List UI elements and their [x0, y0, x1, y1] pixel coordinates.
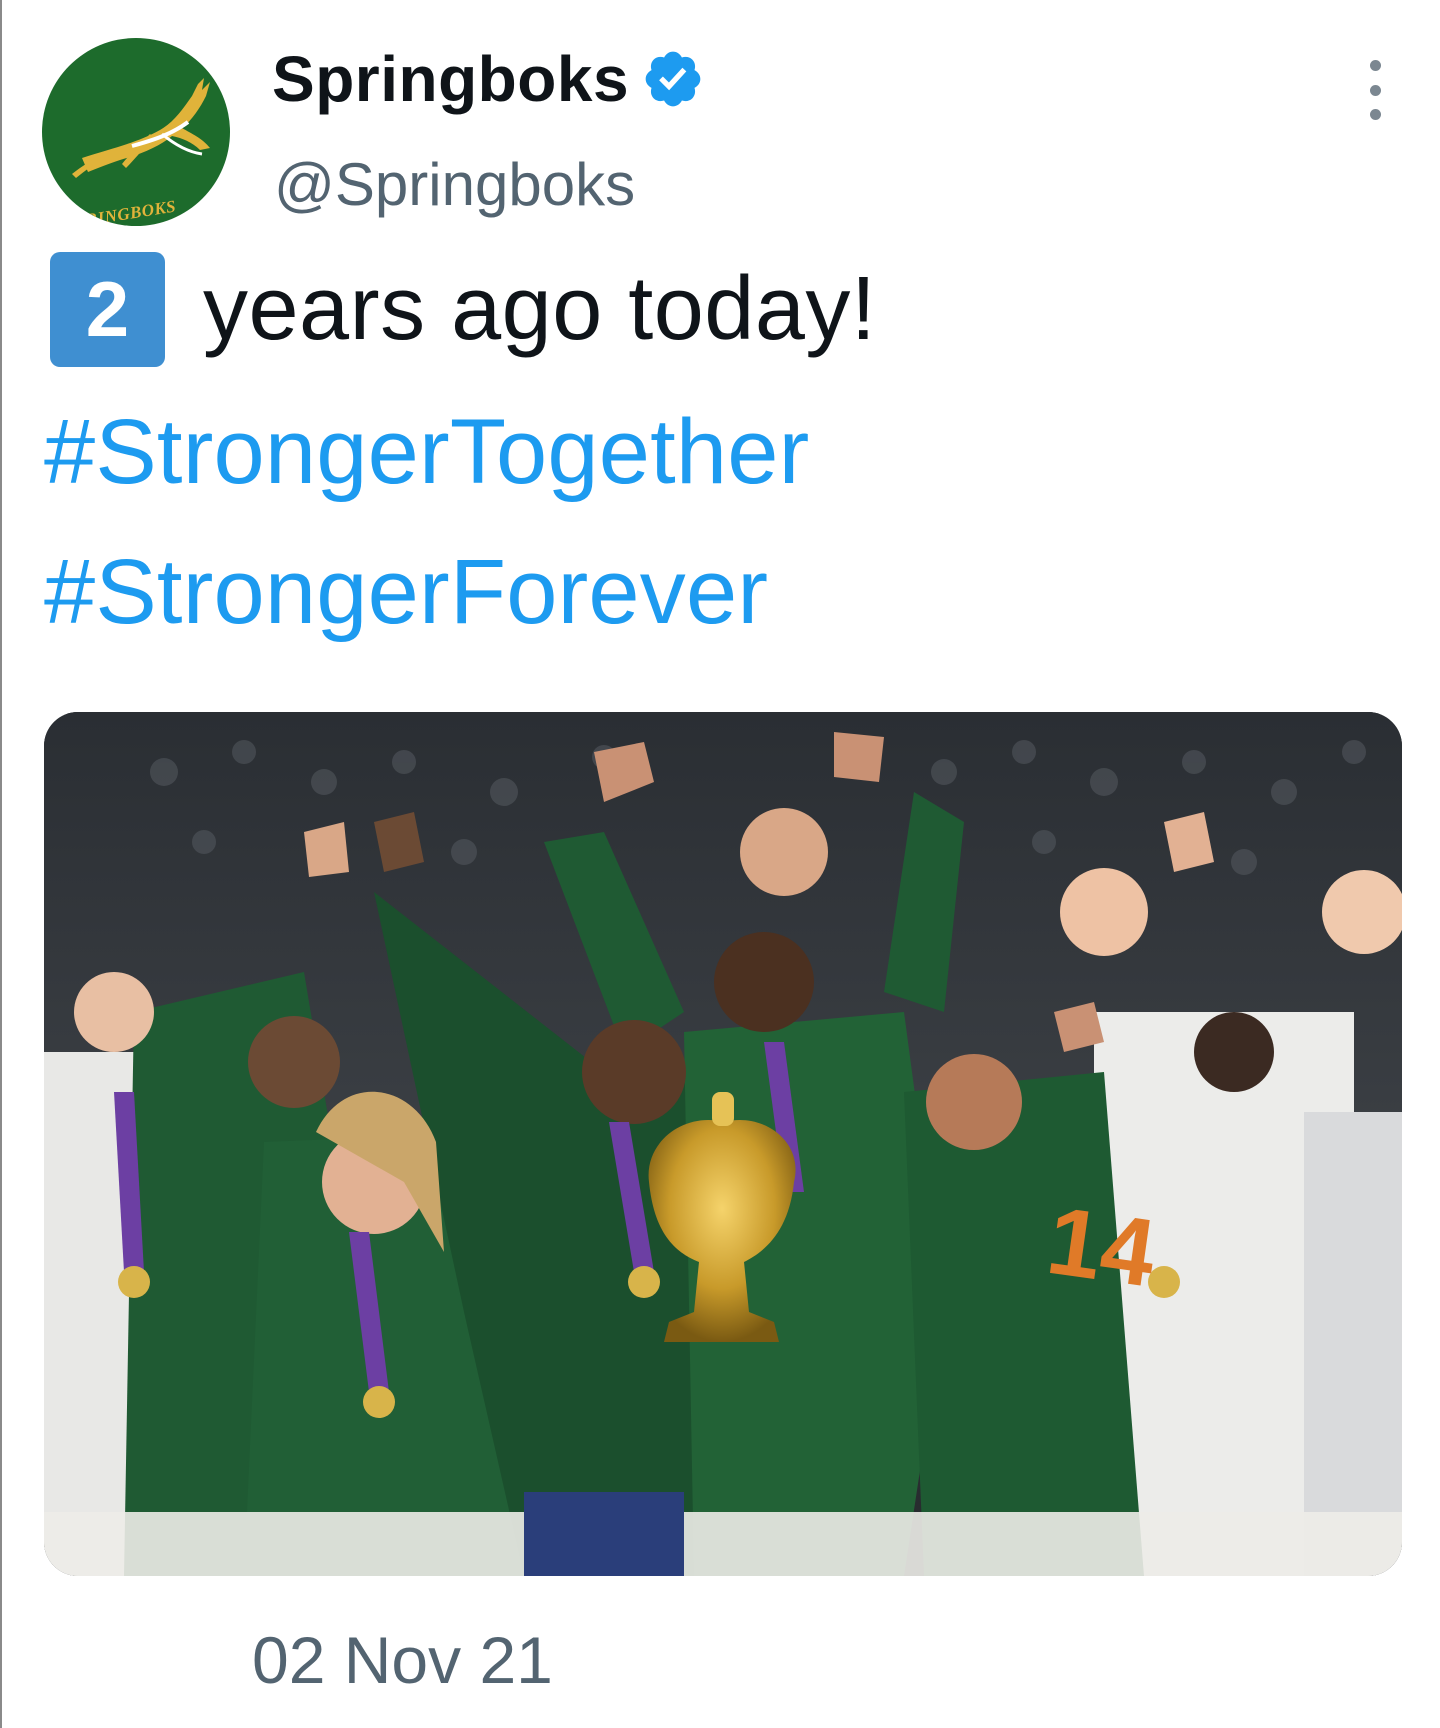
display-name[interactable]: Springboks — [272, 42, 629, 116]
keycap-two-icon: 2 — [50, 252, 165, 367]
svg-text:14: 14 — [1041, 1187, 1162, 1308]
more-options-icon[interactable] — [1360, 60, 1390, 120]
tweet-text: years ago today! — [203, 259, 877, 359]
left-border — [0, 0, 2, 1728]
display-name-row: Springboks — [272, 42, 705, 116]
account-handle[interactable]: @Springboks — [274, 150, 635, 219]
photo-image: 14 — [44, 712, 1402, 1576]
verified-badge-icon — [641, 47, 705, 111]
tweet-card: SPRINGBOKS Springboks @Springboks 2 year… — [0, 0, 1440, 1728]
avatar[interactable]: SPRINGBOKS — [42, 38, 230, 226]
tweet-photo[interactable]: 14 — [44, 712, 1402, 1576]
hashtag-link[interactable]: #StrongerTogether — [44, 400, 809, 505]
tweet-timestamp[interactable]: 02 Nov 21 — [252, 1622, 553, 1698]
hashtag-link[interactable]: #StrongerForever — [44, 540, 768, 645]
tweet-text-line: 2 years ago today! — [50, 252, 876, 367]
